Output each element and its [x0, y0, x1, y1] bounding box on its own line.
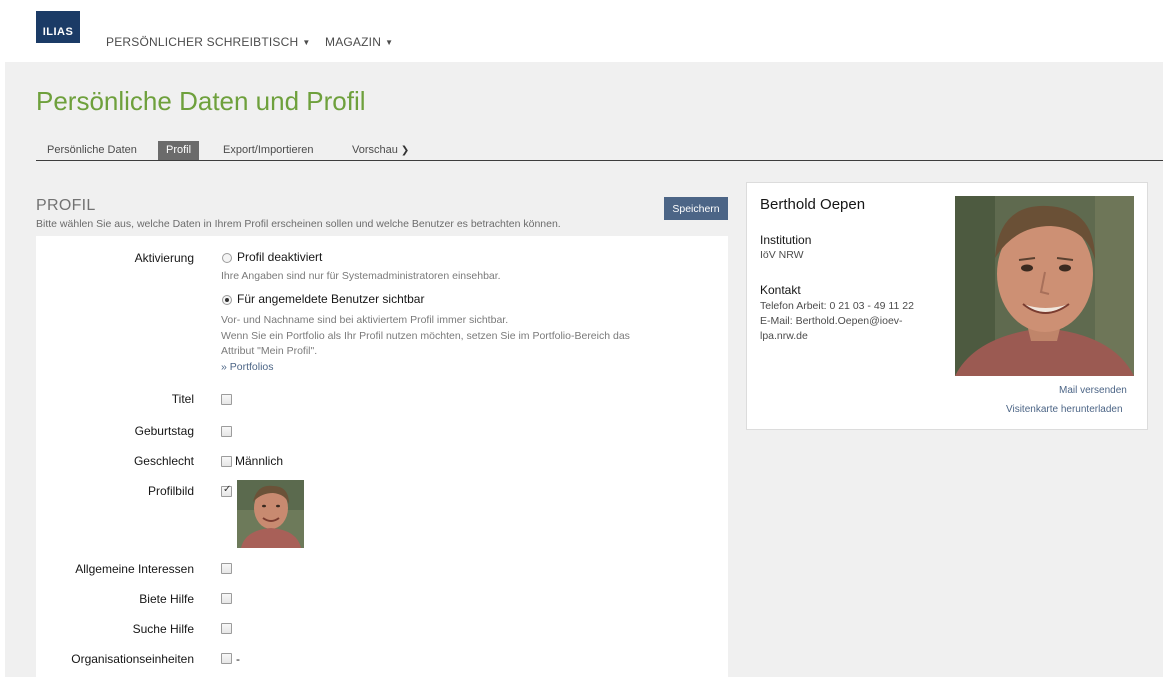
tab-personal-data[interactable]: Persönliche Daten	[47, 141, 137, 161]
radio-profile-visible-label: Für angemeldete Benutzer sichtbar	[237, 292, 425, 306]
ilias-logo[interactable]: ILIAS	[36, 11, 80, 43]
section-description: Bitte wählen Sie aus, welche Daten in Ih…	[36, 218, 561, 230]
profile-disabled-help: Ihre Angaben sind nur für Systemadminist…	[221, 270, 501, 282]
caret-down-icon: ▼	[385, 38, 394, 47]
radio-profile-disabled[interactable]	[222, 253, 232, 263]
preview-institution: IöV NRW	[760, 249, 804, 261]
download-vcard-link[interactable]: Visitenkarte herunterladen	[1006, 404, 1123, 415]
preview-institution-heading: Institution	[760, 233, 812, 247]
portfolios-link[interactable]: » Portfolios	[221, 361, 274, 373]
checkbox-gender[interactable]	[221, 456, 232, 467]
nav-personal-desktop-menu[interactable]: PERSÖNLICHER SCHREIBTISCH ▼	[106, 35, 311, 49]
checkbox-org-units[interactable]	[221, 653, 232, 664]
nav-personal-desktop-label: PERSÖNLICHER SCHREIBTISCH	[106, 35, 299, 49]
tab-export-import[interactable]: Export/Importieren	[223, 141, 313, 161]
page-title: Persönliche Daten und Profil	[36, 86, 366, 116]
radio-profile-disabled-label: Profil deaktiviert	[237, 250, 323, 264]
preview-profile-photo	[955, 196, 1134, 376]
checkbox-seek-help[interactable]	[221, 623, 232, 634]
field-gender-label: Geschlecht	[133, 454, 194, 468]
radio-profile-visible[interactable]	[222, 295, 232, 305]
tab-profile[interactable]: Profil	[158, 141, 200, 161]
preview-email-2: lpa.nrw.de	[760, 330, 808, 342]
tab-divider	[36, 160, 1163, 161]
checkbox-title[interactable]	[221, 394, 232, 405]
preview-contact-heading: Kontakt	[760, 283, 801, 297]
field-profile-picture-label: Profilbild	[147, 484, 194, 498]
preview-name: Berthold Oepen	[760, 196, 866, 213]
top-navigation-bar: ILIAS PERSÖNLICHER SCHREIBTISCH ▼ MAGAZIN…	[0, 0, 1163, 62]
field-org-units-label: Organisationseinheiten	[71, 652, 194, 666]
profile-picture-thumbnail	[237, 480, 304, 548]
nav-repository-label: MAGAZIN	[325, 35, 382, 49]
send-mail-link[interactable]: Mail versenden	[1059, 385, 1127, 396]
field-birthday-label: Geburtstag	[134, 424, 194, 438]
field-interests-label: Allgemeine Interessen	[75, 562, 194, 576]
activation-label: Aktivierung	[134, 251, 194, 265]
field-title-label: Titel	[171, 392, 194, 406]
field-offer-help-label: Biete Hilfe	[139, 592, 194, 606]
section-title: PROFIL	[36, 197, 96, 214]
checkbox-offer-help[interactable]	[221, 593, 232, 604]
profile-visible-help-3: Attribut "Mein Profil".	[221, 345, 318, 357]
profile-visible-help-1: Vor- und Nachname sind bei aktiviertem P…	[221, 314, 509, 326]
checkbox-interests[interactable]	[221, 563, 232, 574]
profile-visible-help-2: Wenn Sie ein Portfolio als Ihr Profil nu…	[221, 330, 630, 342]
tab-preview-label: Vorschau	[352, 144, 398, 156]
checkbox-profile-picture[interactable]	[221, 484, 232, 497]
save-button[interactable]: Speichern	[664, 197, 728, 220]
field-seek-help-label: Suche Hilfe	[132, 622, 194, 636]
checkbox-birthday[interactable]	[221, 426, 232, 437]
preview-email-1: E-Mail: Berthold.Oepen@ioev-	[760, 315, 903, 327]
gender-value: Männlich	[235, 454, 284, 468]
chevron-right-icon: ❯	[400, 145, 410, 156]
caret-down-icon: ▼	[302, 38, 311, 47]
org-units-value: -	[236, 652, 240, 666]
tab-preview[interactable]: Vorschau ❯	[352, 141, 409, 161]
preview-phone: Telefon Arbeit: 0 21 03 - 49 11 22	[760, 300, 914, 312]
nav-repository-menu[interactable]: MAGAZIN ▼	[325, 35, 393, 49]
